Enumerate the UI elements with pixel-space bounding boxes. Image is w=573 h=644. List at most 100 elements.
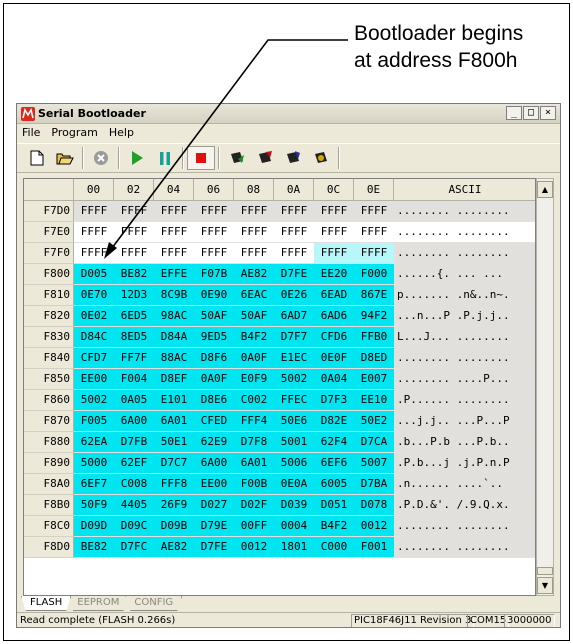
- tab-flash[interactable]: FLASH: [21, 596, 71, 611]
- hex-cell[interactable]: CFED: [194, 411, 234, 432]
- hex-cell[interactable]: FFFF: [74, 243, 114, 264]
- hex-cell[interactable]: BE82: [74, 537, 114, 558]
- hex-cell[interactable]: D84C: [74, 327, 114, 348]
- column-header[interactable]: 08: [234, 179, 274, 201]
- hex-cell[interactable]: FFF4: [234, 411, 274, 432]
- hex-cell[interactable]: D09C: [114, 516, 154, 537]
- ascii-cell[interactable]: ...j.j.. ...P...P: [394, 411, 535, 432]
- hex-cell[interactable]: 0A0F: [194, 369, 234, 390]
- hex-cell[interactable]: 5002: [74, 390, 114, 411]
- hex-cell[interactable]: FFFF: [154, 222, 194, 243]
- column-header[interactable]: 0C: [314, 179, 354, 201]
- hex-cell[interactable]: 0004: [274, 516, 314, 537]
- hex-cell[interactable]: 50F9: [74, 495, 114, 516]
- hex-cell[interactable]: 94F2: [354, 306, 394, 327]
- hex-cell[interactable]: 5007: [354, 453, 394, 474]
- hex-cell[interactable]: FFFF: [234, 222, 274, 243]
- hex-cell[interactable]: E0F9: [234, 369, 274, 390]
- open-file-button[interactable]: [51, 146, 79, 170]
- close-button[interactable]: ×: [540, 106, 556, 120]
- maximize-button[interactable]: □: [523, 106, 539, 120]
- hex-cell[interactable]: 6A00: [114, 411, 154, 432]
- erase-chip-button[interactable]: [279, 146, 307, 170]
- hex-cell[interactable]: 5001: [274, 432, 314, 453]
- hex-cell[interactable]: E101: [154, 390, 194, 411]
- hex-cell[interactable]: EE10: [354, 390, 394, 411]
- hex-cell[interactable]: FFFF: [354, 201, 394, 222]
- hex-cell[interactable]: B4F2: [234, 327, 274, 348]
- hex-cell[interactable]: D7C7: [154, 453, 194, 474]
- hex-cell[interactable]: FF7F: [114, 348, 154, 369]
- ascii-cell[interactable]: ......{. ... ...: [394, 264, 535, 285]
- hex-cell[interactable]: 6A01: [154, 411, 194, 432]
- scroll-down-arrow-icon[interactable]: ▼: [537, 577, 553, 594]
- hex-cell[interactable]: 0A05: [114, 390, 154, 411]
- pause-button[interactable]: [151, 146, 179, 170]
- tab-eeprom[interactable]: EEPROM: [68, 596, 128, 611]
- hex-cell[interactable]: C000: [314, 537, 354, 558]
- hex-cell[interactable]: D027: [194, 495, 234, 516]
- hex-cell[interactable]: D02F: [234, 495, 274, 516]
- hex-cell[interactable]: 0A04: [314, 369, 354, 390]
- hex-cell[interactable]: 6AD7: [274, 306, 314, 327]
- verify-chip-button[interactable]: [307, 146, 335, 170]
- hex-cell[interactable]: E1EC: [274, 348, 314, 369]
- hex-cell[interactable]: F005: [74, 411, 114, 432]
- hex-cell[interactable]: FFFF: [314, 222, 354, 243]
- menu-file[interactable]: File: [17, 125, 46, 142]
- hex-cell[interactable]: 0E02: [74, 306, 114, 327]
- ascii-cell[interactable]: .P.b...j .j.P.n.P: [394, 453, 535, 474]
- hex-cell[interactable]: 62F4: [314, 432, 354, 453]
- ascii-cell[interactable]: ........ ........: [394, 243, 535, 264]
- menu-help[interactable]: Help: [104, 125, 140, 142]
- hex-cell[interactable]: 6EAD: [314, 285, 354, 306]
- hex-cell[interactable]: D7FE: [274, 264, 314, 285]
- write-chip-button[interactable]: [223, 146, 251, 170]
- column-header[interactable]: 04: [154, 179, 194, 201]
- hex-cell[interactable]: D8F6: [194, 348, 234, 369]
- hex-cell[interactable]: 50E2: [354, 411, 394, 432]
- hex-cell[interactable]: 6EAC: [234, 285, 274, 306]
- hex-cell[interactable]: D005: [74, 264, 114, 285]
- hex-cell[interactable]: D039: [274, 495, 314, 516]
- ascii-cell[interactable]: .P.D.&'. /.9.Q.x.: [394, 495, 535, 516]
- hex-cell[interactable]: D7BA: [354, 474, 394, 495]
- hex-cell[interactable]: D8EF: [154, 369, 194, 390]
- hex-cell[interactable]: 50E1: [154, 432, 194, 453]
- menu-program[interactable]: Program: [46, 125, 103, 142]
- hex-cell[interactable]: 8C9B: [154, 285, 194, 306]
- hex-cell[interactable]: 88AC: [154, 348, 194, 369]
- hex-cell[interactable]: D7FB: [114, 432, 154, 453]
- hex-cell[interactable]: FFF8: [154, 474, 194, 495]
- hex-cell[interactable]: 0E0A: [274, 474, 314, 495]
- hex-cell[interactable]: F004: [114, 369, 154, 390]
- hex-cell[interactable]: FFFF: [314, 201, 354, 222]
- hex-cell[interactable]: D7FC: [114, 537, 154, 558]
- abort-button[interactable]: [87, 146, 115, 170]
- hex-cell[interactable]: 6A00: [194, 453, 234, 474]
- hex-cell[interactable]: FFFF: [274, 201, 314, 222]
- hex-cell[interactable]: AE82: [234, 264, 274, 285]
- vertical-scrollbar[interactable]: ▲ ▼: [536, 178, 554, 596]
- hex-cell[interactable]: D84A: [154, 327, 194, 348]
- hex-cell[interactable]: 6EF7: [74, 474, 114, 495]
- hex-cell[interactable]: 6AD6: [314, 306, 354, 327]
- hex-cell[interactable]: 6A01: [234, 453, 274, 474]
- hex-cell[interactable]: D051: [314, 495, 354, 516]
- ascii-cell[interactable]: ........ ........: [394, 537, 535, 558]
- minimize-button[interactable]: _: [506, 106, 522, 120]
- ascii-cell[interactable]: L...J... ........: [394, 327, 535, 348]
- hex-cell[interactable]: D82E: [314, 411, 354, 432]
- hex-cell[interactable]: F000: [354, 264, 394, 285]
- title-bar[interactable]: Serial Bootloader _ □ ×: [17, 104, 560, 124]
- hex-cell[interactable]: D79E: [194, 516, 234, 537]
- hex-cell[interactable]: FFFF: [354, 222, 394, 243]
- hex-cell[interactable]: D078: [354, 495, 394, 516]
- ascii-cell[interactable]: .n...... ....`..: [394, 474, 535, 495]
- hex-cell[interactable]: FFFF: [74, 201, 114, 222]
- hex-cell[interactable]: FFFF: [154, 243, 194, 264]
- ascii-cell[interactable]: ........ ....P...: [394, 369, 535, 390]
- hex-cell[interactable]: FFFF: [274, 222, 314, 243]
- hex-cell[interactable]: FFFF: [194, 201, 234, 222]
- hex-cell[interactable]: D7F8: [234, 432, 274, 453]
